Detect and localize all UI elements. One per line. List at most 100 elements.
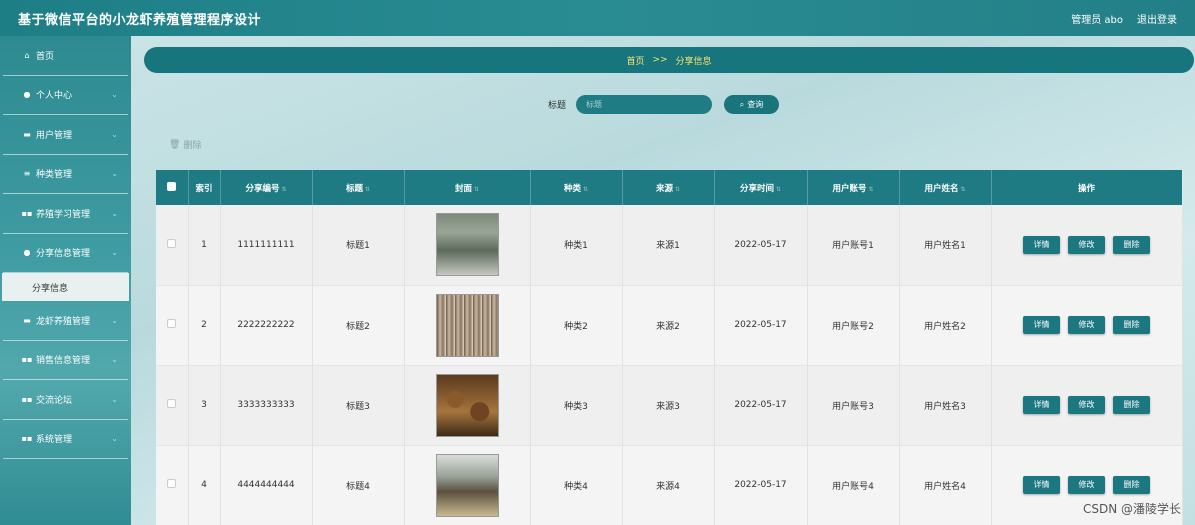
cell-index: 1 bbox=[188, 205, 221, 286]
delete-button[interactable]: 删除 bbox=[1113, 476, 1150, 494]
chevron-down-icon: ⌄ bbox=[111, 248, 118, 258]
column-header: 操作 bbox=[991, 170, 1183, 205]
chat-icon: ▬ bbox=[23, 315, 31, 325]
breadcrumb-separator: >> bbox=[652, 55, 668, 65]
cell-code: 4444444444 bbox=[220, 445, 313, 525]
cell-code: 2222222222 bbox=[220, 285, 313, 366]
cell-account: 用户账号4 bbox=[807, 445, 900, 525]
row-checkbox[interactable] bbox=[156, 365, 189, 446]
breadcrumb-home[interactable]: 首页 bbox=[626, 54, 644, 67]
sidebar-subitem-active[interactable]: 分享信息 bbox=[2, 273, 129, 301]
edit-button[interactable]: 修改 bbox=[1068, 235, 1105, 254]
top-header: 基于微信平台的小龙虾养殖管理程序设计 管理员 abo 退出登录 bbox=[0, 0, 1195, 36]
search-input[interactable]: 标题 bbox=[576, 95, 713, 114]
column-header[interactable]: 标题 ⇅ bbox=[312, 170, 405, 205]
cell-title: 标题3 bbox=[312, 365, 405, 446]
sidebar-item[interactable]: ▪▪ 交流论坛 ⌄ bbox=[3, 380, 128, 420]
sidebar-item[interactable]: ▪▪ 系统管理 ⌄ bbox=[3, 420, 128, 459]
column-header[interactable]: 索引 bbox=[188, 170, 221, 205]
sort-icon[interactable]: ⇅ bbox=[868, 186, 873, 193]
cover-image[interactable] bbox=[435, 293, 499, 357]
sidebar-item[interactable]: ▬ 龙虾养殖管理 ⌄ bbox=[3, 301, 128, 341]
user-icon: ● bbox=[23, 90, 31, 100]
trash-icon: 🗑 bbox=[169, 139, 181, 150]
logout-button[interactable]: 退出登录 bbox=[1137, 11, 1177, 26]
sidebar-item[interactable]: ▪▪ 养殖学习管理 ⌄ bbox=[3, 194, 128, 234]
sort-icon[interactable]: ⇅ bbox=[583, 186, 588, 193]
sidebar-item-label: 系统管理 bbox=[36, 435, 73, 446]
sort-icon[interactable]: ⇅ bbox=[776, 186, 781, 193]
sidebar-item[interactable]: ● 个人中心 ⌄ bbox=[3, 76, 128, 115]
sidebar-item-label: 分享信息管理 bbox=[36, 249, 91, 260]
column-header[interactable]: 分享时间 ⇅ bbox=[714, 170, 808, 205]
row-actions: 详情 修改 删除 bbox=[991, 285, 1183, 366]
sidebar: ⌂ 首页 ● 个人中心 ⌄ ▬ 用户管理 ⌄ ≡ 种类管理 ⌄ ▪▪ 养殖学习管理 ⌄ ● 分享信息管理 ⌄ 分享… bbox=[0, 36, 131, 525]
sidebar-item[interactable]: ≡ 种类管理 ⌄ bbox=[3, 155, 128, 194]
cell-source: 来源1 bbox=[622, 205, 715, 286]
delete-button[interactable]: 删除 bbox=[1113, 316, 1150, 334]
detail-button[interactable]: 详情 bbox=[1023, 476, 1060, 494]
sidebar-item[interactable]: ▪▪ 销售信息管理 ⌄ bbox=[3, 341, 128, 380]
column-header[interactable]: 分享编号 ⇅ bbox=[220, 170, 313, 205]
cell-name: 用户姓名3 bbox=[899, 365, 992, 446]
edit-button[interactable]: 修改 bbox=[1068, 396, 1105, 414]
delete-button[interactable]: 删除 bbox=[1113, 235, 1150, 254]
column-header[interactable]: 种类 ⇅ bbox=[530, 170, 623, 205]
sidebar-item[interactable]: ⌂ 首页 bbox=[3, 36, 128, 76]
cell-index: 3 bbox=[188, 365, 221, 446]
sort-icon[interactable]: ⇅ bbox=[365, 186, 370, 193]
delete-button[interactable]: 删除 bbox=[1113, 396, 1150, 414]
column-header-label: 分享时间 bbox=[739, 183, 774, 194]
bulk-delete-label: 删除 bbox=[183, 141, 202, 151]
chevron-down-icon: ⌄ bbox=[111, 394, 118, 404]
column-header[interactable]: 封面 ⇅ bbox=[404, 170, 531, 205]
detail-button[interactable]: 详情 bbox=[1023, 316, 1060, 334]
column-header-label: 标题 bbox=[345, 183, 363, 194]
cell-source: 来源4 bbox=[622, 445, 715, 525]
users-icon: ▬ bbox=[23, 129, 31, 139]
cell-account: 用户账号1 bbox=[807, 205, 900, 286]
detail-button[interactable]: 详情 bbox=[1023, 396, 1060, 414]
cover-cell bbox=[404, 205, 531, 286]
edit-button[interactable]: 修改 bbox=[1068, 476, 1105, 494]
sidebar-item[interactable]: ▬ 用户管理 ⌄ bbox=[3, 115, 128, 155]
sort-icon[interactable]: ⇅ bbox=[281, 186, 286, 193]
cell-name: 用户姓名2 bbox=[899, 285, 992, 366]
cell-title: 标题4 bbox=[312, 445, 405, 525]
sort-icon[interactable]: ⇅ bbox=[675, 186, 680, 193]
user-label[interactable]: 管理员 abo bbox=[1071, 11, 1123, 26]
cover-image[interactable] bbox=[435, 453, 499, 517]
chevron-down-icon: ⌄ bbox=[111, 315, 118, 325]
column-header-label: 分享编号 bbox=[245, 183, 280, 194]
edit-button[interactable]: 修改 bbox=[1068, 316, 1105, 334]
chevron-down-icon: ⌄ bbox=[111, 355, 118, 365]
sort-icon[interactable]: ⇅ bbox=[960, 186, 965, 193]
cell-category: 种类2 bbox=[530, 285, 623, 366]
chevron-down-icon: ⌄ bbox=[111, 90, 118, 100]
sort-icon[interactable]: ⇅ bbox=[474, 186, 479, 193]
sidebar-item-label: 交流论坛 bbox=[36, 395, 73, 406]
sidebar-item-label: 龙虾养殖管理 bbox=[36, 316, 91, 327]
column-header-label: 用户姓名 bbox=[924, 183, 959, 194]
cover-cell bbox=[404, 285, 531, 366]
column-header[interactable]: 用户账号 ⇅ bbox=[807, 170, 900, 205]
cell-name: 用户姓名1 bbox=[899, 205, 992, 286]
watermark: CSDN @潘陵学长 bbox=[1082, 502, 1181, 516]
column-header[interactable]: 用户姓名 ⇅ bbox=[899, 170, 992, 205]
cell-name: 用户姓名4 bbox=[899, 445, 992, 525]
select-all-checkbox[interactable] bbox=[156, 170, 189, 205]
search-button[interactable]: ⌕ 查询 bbox=[724, 95, 780, 114]
column-header-label: 操作 bbox=[1077, 183, 1095, 194]
column-header-label: 种类 bbox=[563, 183, 581, 194]
column-header[interactable]: 来源 ⇅ bbox=[622, 170, 715, 205]
row-checkbox[interactable] bbox=[156, 205, 189, 286]
sidebar-item[interactable]: ● 分享信息管理 ⌄ bbox=[3, 234, 128, 273]
cover-image[interactable] bbox=[435, 373, 499, 437]
bulk-delete-button[interactable]: 🗑 删除 bbox=[169, 138, 202, 152]
detail-button[interactable]: 详情 bbox=[1023, 235, 1060, 254]
cover-image[interactable] bbox=[435, 213, 499, 277]
column-header-label: 索引 bbox=[195, 183, 213, 194]
row-checkbox[interactable] bbox=[156, 285, 189, 366]
search-label: 标题 bbox=[548, 101, 567, 111]
row-checkbox[interactable] bbox=[156, 445, 189, 525]
